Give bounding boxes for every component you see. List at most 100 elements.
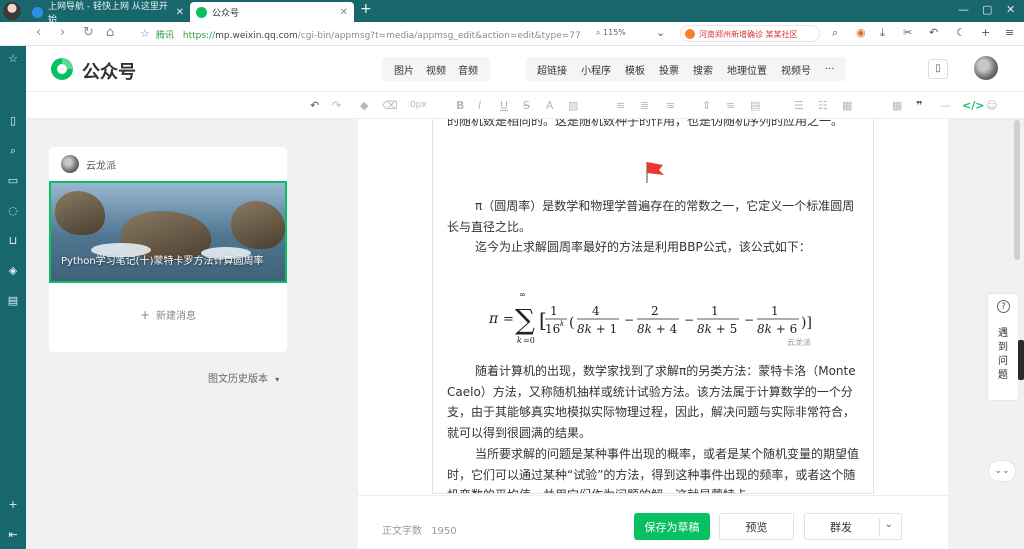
- divider: [879, 518, 880, 536]
- side-scroll-tab[interactable]: [1018, 340, 1024, 380]
- table-icon[interactable]: ▦: [892, 99, 902, 112]
- insert-location-button[interactable]: 地理位置: [727, 62, 767, 77]
- game-icon[interactable]: ◉: [856, 26, 866, 39]
- tab-gongzhonghao[interactable]: 公众号 ✕: [190, 2, 354, 22]
- profile-avatar[interactable]: [3, 2, 21, 20]
- insert-vote-button[interactable]: 投票: [659, 62, 679, 77]
- tab-close-icon[interactable]: ✕: [176, 7, 184, 18]
- scissors-icon[interactable]: ✂: [903, 26, 912, 39]
- undo-icon[interactable]: ↶: [929, 26, 938, 39]
- minimize-button[interactable]: —: [958, 3, 969, 16]
- help-icon: ?: [997, 300, 1010, 313]
- chevron-down-icon[interactable]: ⌄: [885, 519, 893, 530]
- menu-icon[interactable]: ≡: [1005, 26, 1014, 39]
- new-message-button[interactable]: + 新建消息: [49, 307, 287, 322]
- format-toolbar: ↶ ↷ ◆ ⌫ 0px B I U S A ▨ ≡ ≣ ≡ ⇕ ≡ ▤ ☰ ☷ …: [26, 92, 1024, 119]
- insert-channels-button[interactable]: 视频号: [781, 62, 811, 77]
- font-size-select[interactable]: 0px: [410, 100, 427, 110]
- collapse-sidebar-icon[interactable]: ⇤: [6, 528, 20, 542]
- svg-text:∑: ∑: [515, 303, 535, 336]
- new-tab-button[interactable]: +: [360, 1, 372, 17]
- quote-icon[interactable]: ❞: [916, 99, 922, 112]
- line-height-icon[interactable]: ≡: [666, 99, 675, 112]
- format-painter-icon[interactable]: ◆: [360, 99, 368, 112]
- url-field[interactable]: 腾讯 https://mp.weixin.qq.com/cgi-bin/appm…: [156, 28, 581, 41]
- search-icon[interactable]: ⌕: [832, 26, 838, 40]
- download-icon[interactable]: ⤓: [880, 26, 885, 40]
- browser-window: 上网导航 - 轻快上网 从这里开始 ✕ 公众号 ✕ + — ▢ ✕ ‹ › ↻ …: [0, 0, 1024, 549]
- insert-image-button[interactable]: 图片: [394, 62, 414, 77]
- undo-edit-icon[interactable]: ↶: [310, 99, 319, 112]
- search-sidebar-icon[interactable]: ⌕: [6, 144, 20, 158]
- divider-icon[interactable]: —: [940, 99, 951, 112]
- forward-icon[interactable]: ›: [60, 25, 65, 40]
- moon-icon[interactable]: ☾: [956, 26, 966, 39]
- chevron-down-icon[interactable]: ⌄: [656, 26, 665, 39]
- tab-navigation[interactable]: 上网导航 - 轻快上网 从这里开始 ✕: [26, 2, 190, 25]
- font-color-icon[interactable]: A: [546, 99, 554, 112]
- publish-button[interactable]: 群发 ⌄: [804, 513, 902, 540]
- reader-icon[interactable]: ▯: [6, 114, 20, 128]
- code-icon[interactable]: </>: [962, 99, 984, 112]
- account-name: 云龙派: [86, 161, 116, 172]
- strikethrough-icon[interactable]: S: [523, 99, 530, 112]
- cart-icon[interactable]: ⊔: [6, 234, 20, 248]
- emoji-icon[interactable]: ☺: [986, 99, 997, 112]
- feedback-label: 遇到问题: [998, 328, 1008, 381]
- underline-icon[interactable]: U: [500, 99, 508, 112]
- chat-icon[interactable]: ◌: [6, 204, 20, 218]
- clear-format-icon[interactable]: ⌫: [382, 99, 398, 112]
- border-icon[interactable]: ▦: [842, 99, 852, 112]
- page-scrollbar[interactable]: [1014, 120, 1020, 260]
- video-icon[interactable]: ▭: [6, 174, 20, 188]
- refresh-icon[interactable]: ↻: [83, 25, 94, 40]
- letter-spacing-icon[interactable]: ≡: [726, 99, 735, 112]
- svg-text:=: =: [503, 312, 514, 327]
- insert-miniprogram-button[interactable]: 小程序: [581, 62, 611, 77]
- margin-icon[interactable]: ▤: [750, 99, 760, 112]
- account-avatar[interactable]: [974, 56, 998, 80]
- document-icon[interactable]: ▤: [6, 294, 20, 308]
- zoom-level[interactable]: ⌕ 115%: [596, 28, 626, 38]
- close-window-button[interactable]: ✕: [1006, 3, 1015, 16]
- article-body[interactable]: 的随机数是相同的。这是随机数种子的作用，也是伪随机序列的应用之一。 π（圆周率）…: [432, 119, 874, 494]
- svg-text:k: k: [517, 336, 522, 345]
- collapse-button[interactable]: ⌄⌄: [988, 460, 1016, 482]
- insert-search-button[interactable]: 搜索: [693, 62, 713, 77]
- save-draft-button[interactable]: 保存为草稿: [634, 513, 710, 540]
- plus-icon[interactable]: +: [981, 26, 990, 39]
- home-icon[interactable]: ⌂: [106, 25, 114, 40]
- unordered-list-icon[interactable]: ☷: [818, 99, 828, 112]
- article-cover-item[interactable]: Python学习笔记(十)蒙特卡罗方法计算圆周率: [49, 181, 287, 283]
- paragraph-spacing-icon[interactable]: ⇕: [702, 99, 711, 112]
- insert-link-button[interactable]: 超链接: [537, 62, 567, 77]
- maximize-button[interactable]: ▢: [982, 3, 992, 16]
- search-input[interactable]: 河南郑州新增确诊 某某社区: [680, 25, 820, 42]
- indent-icon[interactable]: ≣: [640, 99, 649, 112]
- mobile-preview-icon[interactable]: ▯: [928, 59, 948, 79]
- back-icon[interactable]: ‹: [36, 25, 41, 40]
- favorites-icon[interactable]: ☆: [6, 52, 20, 66]
- url-host: mp.weixin.qq.com: [215, 31, 298, 41]
- feedback-widget[interactable]: ? 遇到问题: [987, 293, 1019, 401]
- insert-audio-button[interactable]: 音频: [458, 62, 478, 77]
- preview-button[interactable]: 预览: [719, 513, 794, 540]
- svg-text:k: k: [560, 320, 564, 328]
- align-icon[interactable]: ≡: [616, 99, 625, 112]
- ordered-list-icon[interactable]: ☰: [794, 99, 804, 112]
- more-button[interactable]: ···: [825, 64, 835, 75]
- history-versions-dropdown[interactable]: 图文历史版本 ▾: [208, 370, 279, 385]
- redo-edit-icon[interactable]: ↷: [332, 99, 341, 112]
- paragraph-last: 当所要求解的问题是某种事件出现的概率，或者是某个随机变量的期望值时，它们可以通过…: [447, 447, 860, 493]
- highlight-icon[interactable]: ▨: [568, 99, 578, 112]
- svg-text:1: 1: [771, 304, 779, 318]
- add-icon[interactable]: +: [6, 498, 20, 512]
- italic-icon[interactable]: I: [478, 99, 481, 112]
- insert-template-button[interactable]: 模板: [625, 62, 645, 77]
- bold-icon[interactable]: B: [456, 99, 464, 112]
- tab-close-icon[interactable]: ✕: [340, 7, 348, 18]
- star-icon[interactable]: ☆: [140, 27, 150, 40]
- insert-video-button[interactable]: 视频: [426, 62, 446, 77]
- apps-icon[interactable]: ◈: [6, 264, 20, 278]
- address-bar: ‹ › ↻ ⌂ ☆ 腾讯 https://mp.weixin.qq.com/cg…: [0, 22, 1024, 46]
